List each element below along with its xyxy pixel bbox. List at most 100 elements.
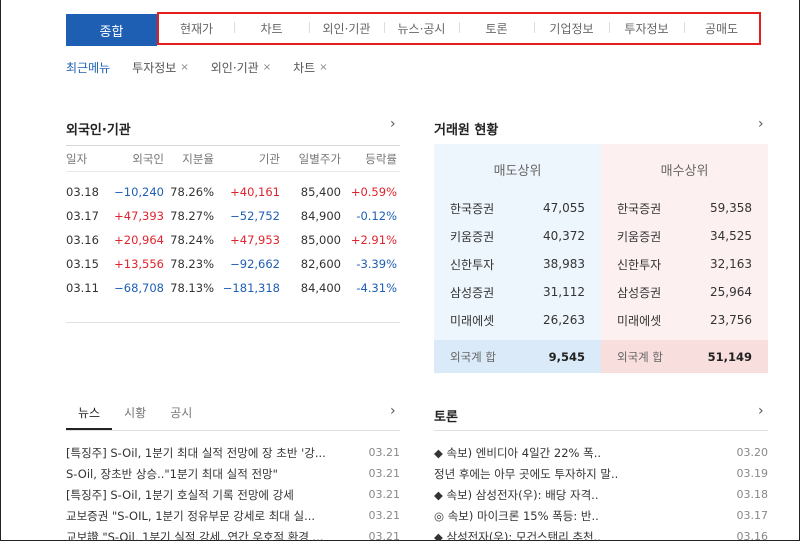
tab-news[interactable]: 뉴스 xyxy=(66,404,113,430)
cell-rate: +2.91% xyxy=(350,233,397,247)
cell-foreign: −10,240 xyxy=(114,185,164,199)
cell-foreign: +13,556 xyxy=(114,257,164,271)
post-date: 03.17 xyxy=(736,509,769,522)
tab-short-selling[interactable]: 공매도 xyxy=(684,20,759,37)
broker-row[interactable]: 한국증권 47,055 xyxy=(434,194,601,222)
news-title[interactable]: 교보증권 "S-OIL, 1분기 정유부문 강세로 최대 실... xyxy=(66,508,356,524)
list-item[interactable]: 교보證 "S-Oil, 1분기 실적 강세..연간 우호적 환경 ... 03.2… xyxy=(66,526,400,541)
broker-row[interactable]: 삼성증권 31,112 xyxy=(434,278,601,306)
list-item[interactable]: [특징주] S-Oil, 1분기 호실적 기록 전망에 강세 03.21 xyxy=(66,484,400,505)
broker-name: 키움증권 xyxy=(617,229,662,244)
foreign-section-title[interactable]: 외국인·기관 xyxy=(66,119,131,138)
tab-company-info[interactable]: 기업정보 xyxy=(534,20,609,37)
recent-chip[interactable]: 투자정보 × xyxy=(132,59,189,76)
tab-disclosure[interactable]: 공시 xyxy=(158,404,204,430)
broker-volume: 25,964 xyxy=(710,285,752,299)
news-title[interactable]: [특징주] S-Oil, 1분기 최대 실적 전망에 장 초반 '강... xyxy=(66,445,356,461)
cell-rate: -0.12% xyxy=(356,209,397,223)
post-date: 03.16 xyxy=(736,530,769,541)
total-value: 9,545 xyxy=(548,349,585,364)
list-item[interactable]: [특징주] S-Oil, 1분기 최대 실적 전망에 장 초반 '강... 03.… xyxy=(66,442,400,463)
broker-row[interactable]: 미래에셋 23,756 xyxy=(601,306,768,334)
news-title[interactable]: S-Oil, 장초반 상승.."1분기 최대 실적 전망" xyxy=(66,466,356,482)
table-row: 03.18 −10,240 78.26% +40,161 85,400 +0.5… xyxy=(66,180,400,204)
column-header: 등락률 xyxy=(365,151,397,166)
column-header: 지분율 xyxy=(182,151,214,166)
recent-chip[interactable]: 외인·기관 × xyxy=(211,59,271,76)
cell-institution: +47,953 xyxy=(230,233,280,247)
chevron-right-icon[interactable]: › xyxy=(758,116,764,132)
broker-volume: 47,055 xyxy=(543,201,585,215)
post-date: 03.19 xyxy=(736,467,769,480)
recent-chip-label[interactable]: 차트 xyxy=(293,59,315,76)
divider xyxy=(66,430,400,431)
broker-volume: 59,358 xyxy=(710,201,752,215)
cell-price: 82,600 xyxy=(300,257,341,271)
discussion-section-title[interactable]: 토론 xyxy=(434,406,458,425)
cell-rate: +0.59% xyxy=(350,185,397,199)
cell-price: 85,400 xyxy=(300,185,341,199)
broker-row[interactable]: 미래에셋 26,263 xyxy=(434,306,601,334)
list-item[interactable]: ◎ 속보) 마이크론 15% 폭등: 반.. 03.17 xyxy=(434,505,768,526)
cell-price: 85,000 xyxy=(300,233,341,247)
tab-discussion[interactable]: 토론 xyxy=(459,20,534,37)
list-item[interactable]: 정년 후에는 아무 곳에도 투자하지 말.. 03.19 xyxy=(434,463,768,484)
broker-row[interactable]: 삼성증권 25,964 xyxy=(601,278,768,306)
broker-row[interactable]: 키움증권 40,372 xyxy=(434,222,601,250)
broker-name: 삼성증권 xyxy=(450,285,495,300)
list-item[interactable]: ◆ 속보) 엔비디아 4일간 22% 폭.. 03.20 xyxy=(434,442,768,463)
foreign-table: 일자 외국인 지분율 기관 일별주가 등락률 03.18 −10,240 78.… xyxy=(66,145,400,300)
cell-date: 03.11 xyxy=(66,281,99,295)
broker-name: 신한투자 xyxy=(450,257,495,272)
total-label: 외국계 합 xyxy=(617,349,663,364)
broker-row[interactable]: 신한투자 32,163 xyxy=(601,250,768,278)
cell-date: 03.15 xyxy=(66,257,99,271)
post-title[interactable]: ◎ 속보) 마이크론 15% 폭등: 반.. xyxy=(434,508,724,524)
news-date: 03.21 xyxy=(368,446,401,459)
chevron-right-icon[interactable]: › xyxy=(390,403,396,419)
table-row: 03.16 +20,964 78.24% +47,953 85,000 +2.9… xyxy=(66,228,400,252)
broker-section-title[interactable]: 거래원 현황 xyxy=(434,119,498,138)
broker-name: 신한투자 xyxy=(617,257,662,272)
tab-foreign-institution[interactable]: 외인·기관 xyxy=(309,20,384,37)
list-item[interactable]: 교보증권 "S-OIL, 1분기 정유부문 강세로 최대 실... 03.21 xyxy=(66,505,400,526)
broker-row[interactable]: 신한투자 38,983 xyxy=(434,250,601,278)
tab-chart[interactable]: 차트 xyxy=(234,20,309,37)
post-title[interactable]: ◆ 삼성전자(우): 모건스탠리 추천.. xyxy=(434,529,724,541)
broker-volume: 23,756 xyxy=(710,313,752,327)
news-title[interactable]: 교보證 "S-Oil, 1분기 실적 강세..연간 우호적 환경 ... xyxy=(66,529,356,541)
post-title[interactable]: ◆ 속보) 엔비디아 4일간 22% 폭.. xyxy=(434,445,724,461)
list-item[interactable]: ◆ 속보) 삼성전자(우): 배당 자격.. 03.18 xyxy=(434,484,768,505)
close-icon[interactable]: × xyxy=(319,62,327,73)
post-title[interactable]: 정년 후에는 아무 곳에도 투자하지 말.. xyxy=(434,466,724,482)
cell-date: 03.18 xyxy=(66,185,99,199)
cell-institution: −181,318 xyxy=(222,281,280,295)
close-icon[interactable]: × xyxy=(180,62,188,73)
total-label: 외국계 합 xyxy=(450,349,496,364)
news-title[interactable]: [특징주] S-Oil, 1분기 호실적 기록 전망에 강세 xyxy=(66,487,356,503)
tab-market[interactable]: 시황 xyxy=(112,404,158,430)
tab-summary[interactable]: 종합 xyxy=(66,14,157,46)
cell-institution: −92,662 xyxy=(230,257,280,271)
broker-row[interactable]: 한국증권 59,358 xyxy=(601,194,768,222)
chevron-right-icon[interactable]: › xyxy=(758,403,764,419)
recent-chip-label[interactable]: 투자정보 xyxy=(132,59,176,76)
buy-top-column: 매수상위 한국증권 59,358 키움증권 34,525 신한투자 32,163 삼성… xyxy=(601,144,768,373)
chevron-right-icon[interactable]: › xyxy=(390,116,396,132)
list-item[interactable]: S-Oil, 장초반 상승.."1분기 최대 실적 전망" 03.21 xyxy=(66,463,400,484)
tab-news-disclosure[interactable]: 뉴스·공시 xyxy=(384,20,459,37)
cell-date: 03.16 xyxy=(66,233,99,247)
cell-institution: −52,752 xyxy=(230,209,280,223)
recent-chip-label[interactable]: 외인·기관 xyxy=(211,59,259,76)
cell-share: 78.26% xyxy=(170,185,214,199)
close-icon[interactable]: × xyxy=(263,62,271,73)
tab-current-price[interactable]: 현재가 xyxy=(159,20,234,37)
post-title[interactable]: ◆ 속보) 삼성전자(우): 배당 자격.. xyxy=(434,487,724,503)
news-tabs: 뉴스 시황 공시 xyxy=(66,404,400,430)
cell-foreign: +20,964 xyxy=(114,233,164,247)
broker-row[interactable]: 키움증권 34,525 xyxy=(601,222,768,250)
tab-investment-info[interactable]: 투자정보 xyxy=(609,20,684,37)
recent-chip[interactable]: 차트 × xyxy=(293,59,327,76)
broker-volume: 32,163 xyxy=(710,257,752,271)
list-item[interactable]: ◆ 삼성전자(우): 모건스탠리 추천.. 03.16 xyxy=(434,526,768,541)
